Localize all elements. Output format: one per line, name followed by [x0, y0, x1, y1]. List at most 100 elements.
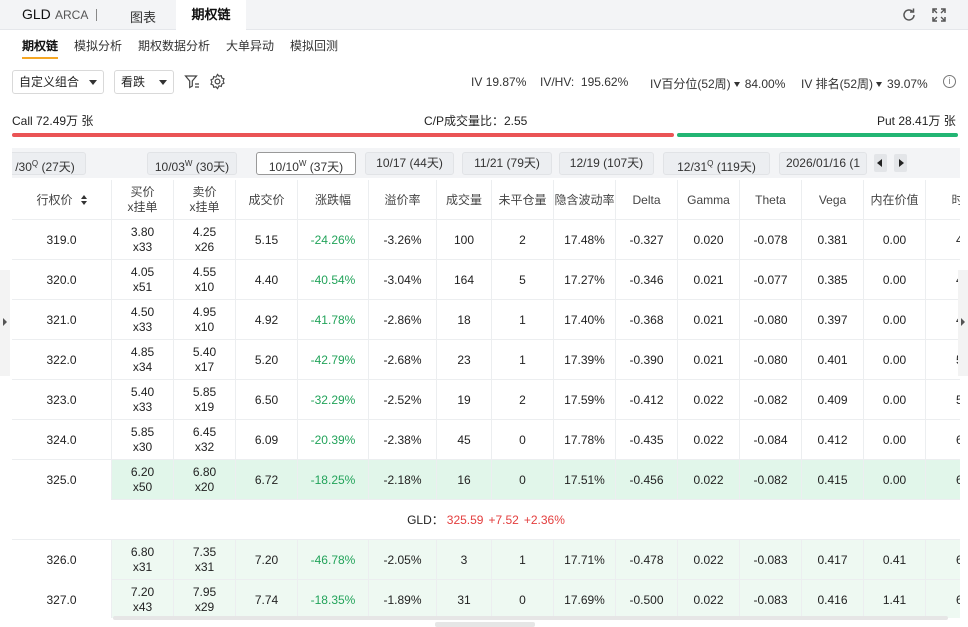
- cell-last: 7.74: [236, 580, 298, 618]
- cell-ask[interactable]: 6.80 x20: [174, 460, 236, 500]
- direction-select[interactable]: 看跌: [114, 70, 174, 94]
- cell-intrinsic-value: 0.00: [864, 460, 926, 500]
- cell-value: 0.385: [817, 272, 848, 287]
- column-header-bid: 买价 x挂单: [112, 180, 174, 220]
- table-row[interactable]: 320.0 4.05 x51 4.55 x10 4.40 -40.54% -3.04% 164 5…: [12, 260, 960, 300]
- cell-bid[interactable]: 7.20 x43: [112, 580, 174, 618]
- cell-ask[interactable]: 4.55 x10: [174, 260, 236, 300]
- iv-rank-metric[interactable]: IV 排名(52周) 39.07%: [801, 75, 928, 92]
- filter-icon[interactable]: [184, 74, 200, 90]
- cell-bid[interactable]: 6.80 x31: [112, 540, 174, 580]
- expiry-button[interactable]: 10/17 (44天): [365, 152, 454, 175]
- column-header-vega: Vega: [802, 180, 864, 220]
- cell-bid[interactable]: 4.05 x51: [112, 260, 174, 300]
- sort-icon[interactable]: [80, 195, 87, 205]
- table-row[interactable]: 321.0 4.50 x33 4.95 x10 4.92 -41.78% -2.86% 18 1 1…: [12, 300, 960, 340]
- expiry-button[interactable]: 10/03W (30天): [147, 152, 237, 175]
- iv-hv-metric: IV/HV: 195.62%: [540, 75, 628, 89]
- cell-bid[interactable]: 5.40 x33: [112, 380, 174, 420]
- expiry-prev-button[interactable]: [874, 154, 887, 172]
- cell-ask[interactable]: 4.25 x26: [174, 220, 236, 260]
- cell-open-interest: 2: [492, 380, 554, 420]
- cell-value: 320.0: [46, 272, 77, 287]
- cell-bid[interactable]: 3.80 x33: [112, 220, 174, 260]
- refresh-icon[interactable]: [900, 6, 918, 24]
- horizontal-scrollbar[interactable]: [113, 616, 948, 620]
- cell-premium: -2.38%: [369, 420, 437, 460]
- cell-bid[interactable]: 5.85 x30: [112, 420, 174, 460]
- expiry-days: (107天): [599, 156, 644, 170]
- subnav-backtest[interactable]: 模拟回测: [290, 37, 338, 54]
- tab-chart[interactable]: 图表: [130, 7, 156, 26]
- active-underline: [22, 57, 58, 59]
- cell-ask[interactable]: 5.85 x19: [174, 380, 236, 420]
- info-icon[interactable]: i: [943, 75, 956, 88]
- cell-value: -0.077: [753, 272, 788, 287]
- expiry-button[interactable]: 11/21 (79天): [462, 152, 552, 175]
- cell-last: 6.09: [236, 420, 298, 460]
- cell-value: 0.021: [693, 352, 724, 367]
- table-row[interactable]: 323.0 5.40 x33 5.85 x19 6.50 -32.29% -2.52% 19 2 1…: [12, 380, 960, 420]
- table-row[interactable]: 325.0 6.20 x50 6.80 x20 6.72 -18.25% -2.18% 16 0 1…: [12, 460, 960, 500]
- table-row[interactable]: 319.0 3.80 x33 4.25 x26 5.15 -24.26% -3.26% 100 2…: [12, 220, 960, 260]
- cell-value: -0.082: [753, 472, 788, 487]
- cell-ask[interactable]: 5.40 x17: [174, 340, 236, 380]
- table-row[interactable]: 326.0 6.80 x31 7.35 x31 7.20 -46.78% -2.05% 3 1 17…: [12, 540, 960, 580]
- cell-value: 6: [956, 472, 960, 487]
- cell-last: 7.20: [236, 540, 298, 580]
- left-panel-toggle[interactable]: [0, 270, 10, 376]
- expiry-next-button[interactable]: [894, 154, 907, 172]
- expiry-button[interactable]: /30Q (27天): [12, 152, 86, 175]
- cell-ask[interactable]: 7.35 x31: [174, 540, 236, 580]
- cell-ask[interactable]: 4.95 x10: [174, 300, 236, 340]
- cell-bid[interactable]: 6.20 x50: [112, 460, 174, 500]
- table-row[interactable]: 327.0 7.20 x43 7.95 x29 7.74 -18.35% -1.89% 31 0 1…: [12, 580, 960, 618]
- expiry-button[interactable]: 12/19 (107天): [559, 152, 654, 175]
- cell-last: 5.20: [236, 340, 298, 380]
- cell-intrinsic-value: 0.00: [864, 380, 926, 420]
- gear-icon[interactable]: [209, 73, 226, 90]
- table-row[interactable]: 324.0 5.85 x30 6.45 x32 6.09 -20.39% -2.38% 45 0 1…: [12, 420, 960, 460]
- iv-hv-label: IV/HV:: [540, 75, 575, 89]
- cell-value: 17.39%: [564, 352, 605, 367]
- column-header-label: Theta: [755, 192, 786, 207]
- right-panel-toggle[interactable]: [958, 270, 968, 376]
- cell-strike: 327.0: [12, 580, 112, 618]
- subnav-option-data-analysis[interactable]: 期权数据分析: [138, 37, 210, 54]
- cell-value: 6: [956, 592, 960, 607]
- column-header-strike[interactable]: 行权价: [12, 180, 112, 220]
- subnav-option-chain[interactable]: 期权链: [22, 37, 58, 54]
- column-header-label: 内在价值: [870, 192, 919, 207]
- cell-change-pct: -46.78%: [298, 540, 369, 580]
- cell-value: -0.456: [629, 472, 664, 487]
- cell-bid[interactable]: 4.50 x33: [112, 300, 174, 340]
- cell-ask[interactable]: 7.95 x29: [174, 580, 236, 618]
- strategy-select[interactable]: 自定义组合: [12, 70, 104, 94]
- cell-value: 4.0: [956, 232, 960, 247]
- cell-value: 17.59%: [564, 392, 605, 407]
- horizontal-scrollbar-thumb[interactable]: [435, 622, 535, 627]
- tab-option-chain[interactable]: 期权链: [176, 0, 246, 31]
- cell-bid[interactable]: 4.85 x34: [112, 340, 174, 380]
- cell-ask[interactable]: 6.45 x32: [174, 420, 236, 460]
- underlying-label: GLD：: [407, 513, 444, 527]
- cell-strike: 321.0: [12, 300, 112, 340]
- expand-icon[interactable]: [930, 6, 948, 24]
- iv-percentile-metric[interactable]: IV百分位(52周) 84.00%: [650, 75, 785, 92]
- subnav-block-trades[interactable]: 大单异动: [226, 37, 274, 54]
- cell-value: 0.020: [693, 232, 724, 247]
- expiry-button[interactable]: 10/10W (37天): [256, 152, 356, 175]
- expiry-button[interactable]: 2026/01/16 (1: [779, 152, 867, 175]
- cell-delta: -0.435: [616, 420, 678, 460]
- expiry-button[interactable]: 12/31Q (119天): [663, 152, 770, 175]
- cell-open-interest: 0: [492, 580, 554, 618]
- cell-value: 0.00: [882, 312, 907, 327]
- put-volume-bar: [677, 133, 958, 137]
- table-row[interactable]: 322.0 4.85 x34 5.40 x17 5.20 -42.79% -2.68% 23 1 1…: [12, 340, 960, 380]
- cell-delta: -0.346: [616, 260, 678, 300]
- cell-vega: 0.416: [802, 580, 864, 618]
- subnav-simulation[interactable]: 模拟分析: [74, 37, 122, 54]
- cell-value: 0.022: [693, 552, 724, 567]
- cell-open-interest: 1: [492, 340, 554, 380]
- expiry-days: (44天): [406, 156, 443, 170]
